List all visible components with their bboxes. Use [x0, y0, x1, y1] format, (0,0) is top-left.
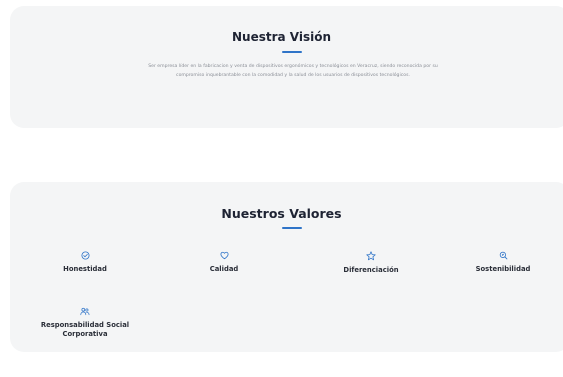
vision-title-underline — [282, 51, 302, 53]
value-item-diferenciacion: Diferenciación — [311, 251, 431, 275]
star-icon — [366, 251, 376, 261]
search-leaf-icon — [499, 251, 507, 260]
value-item-calidad: Calidad — [164, 251, 284, 274]
value-label-honestidad: Honestidad — [63, 265, 107, 273]
value-item-sostenibilidad: Sostenibilidad — [443, 251, 563, 274]
value-label-calidad: Calidad — [209, 265, 239, 273]
check-circle-icon — [80, 251, 90, 260]
values-title-underline — [282, 227, 302, 229]
heart-icon — [219, 251, 229, 260]
people-icon — [80, 307, 90, 316]
vision-title: Nuestra Visión — [231, 30, 332, 44]
value-item-honestidad: Honestidad — [25, 251, 145, 274]
value-label-sostenibilidad: Sostenibilidad — [475, 265, 531, 273]
value-item-responsabilidad-social: Responsabilidad Social Corporativa — [25, 307, 145, 338]
value-label-responsabilidad-social: Responsabilidad Social Corporativa — [40, 321, 130, 338]
vision-text: Ser empresa líder en la fabricacion y ve… — [148, 64, 438, 78]
values-title: Nuestros Valores — [221, 206, 342, 221]
value-label-diferenciacion: Diferenciación — [343, 266, 399, 274]
